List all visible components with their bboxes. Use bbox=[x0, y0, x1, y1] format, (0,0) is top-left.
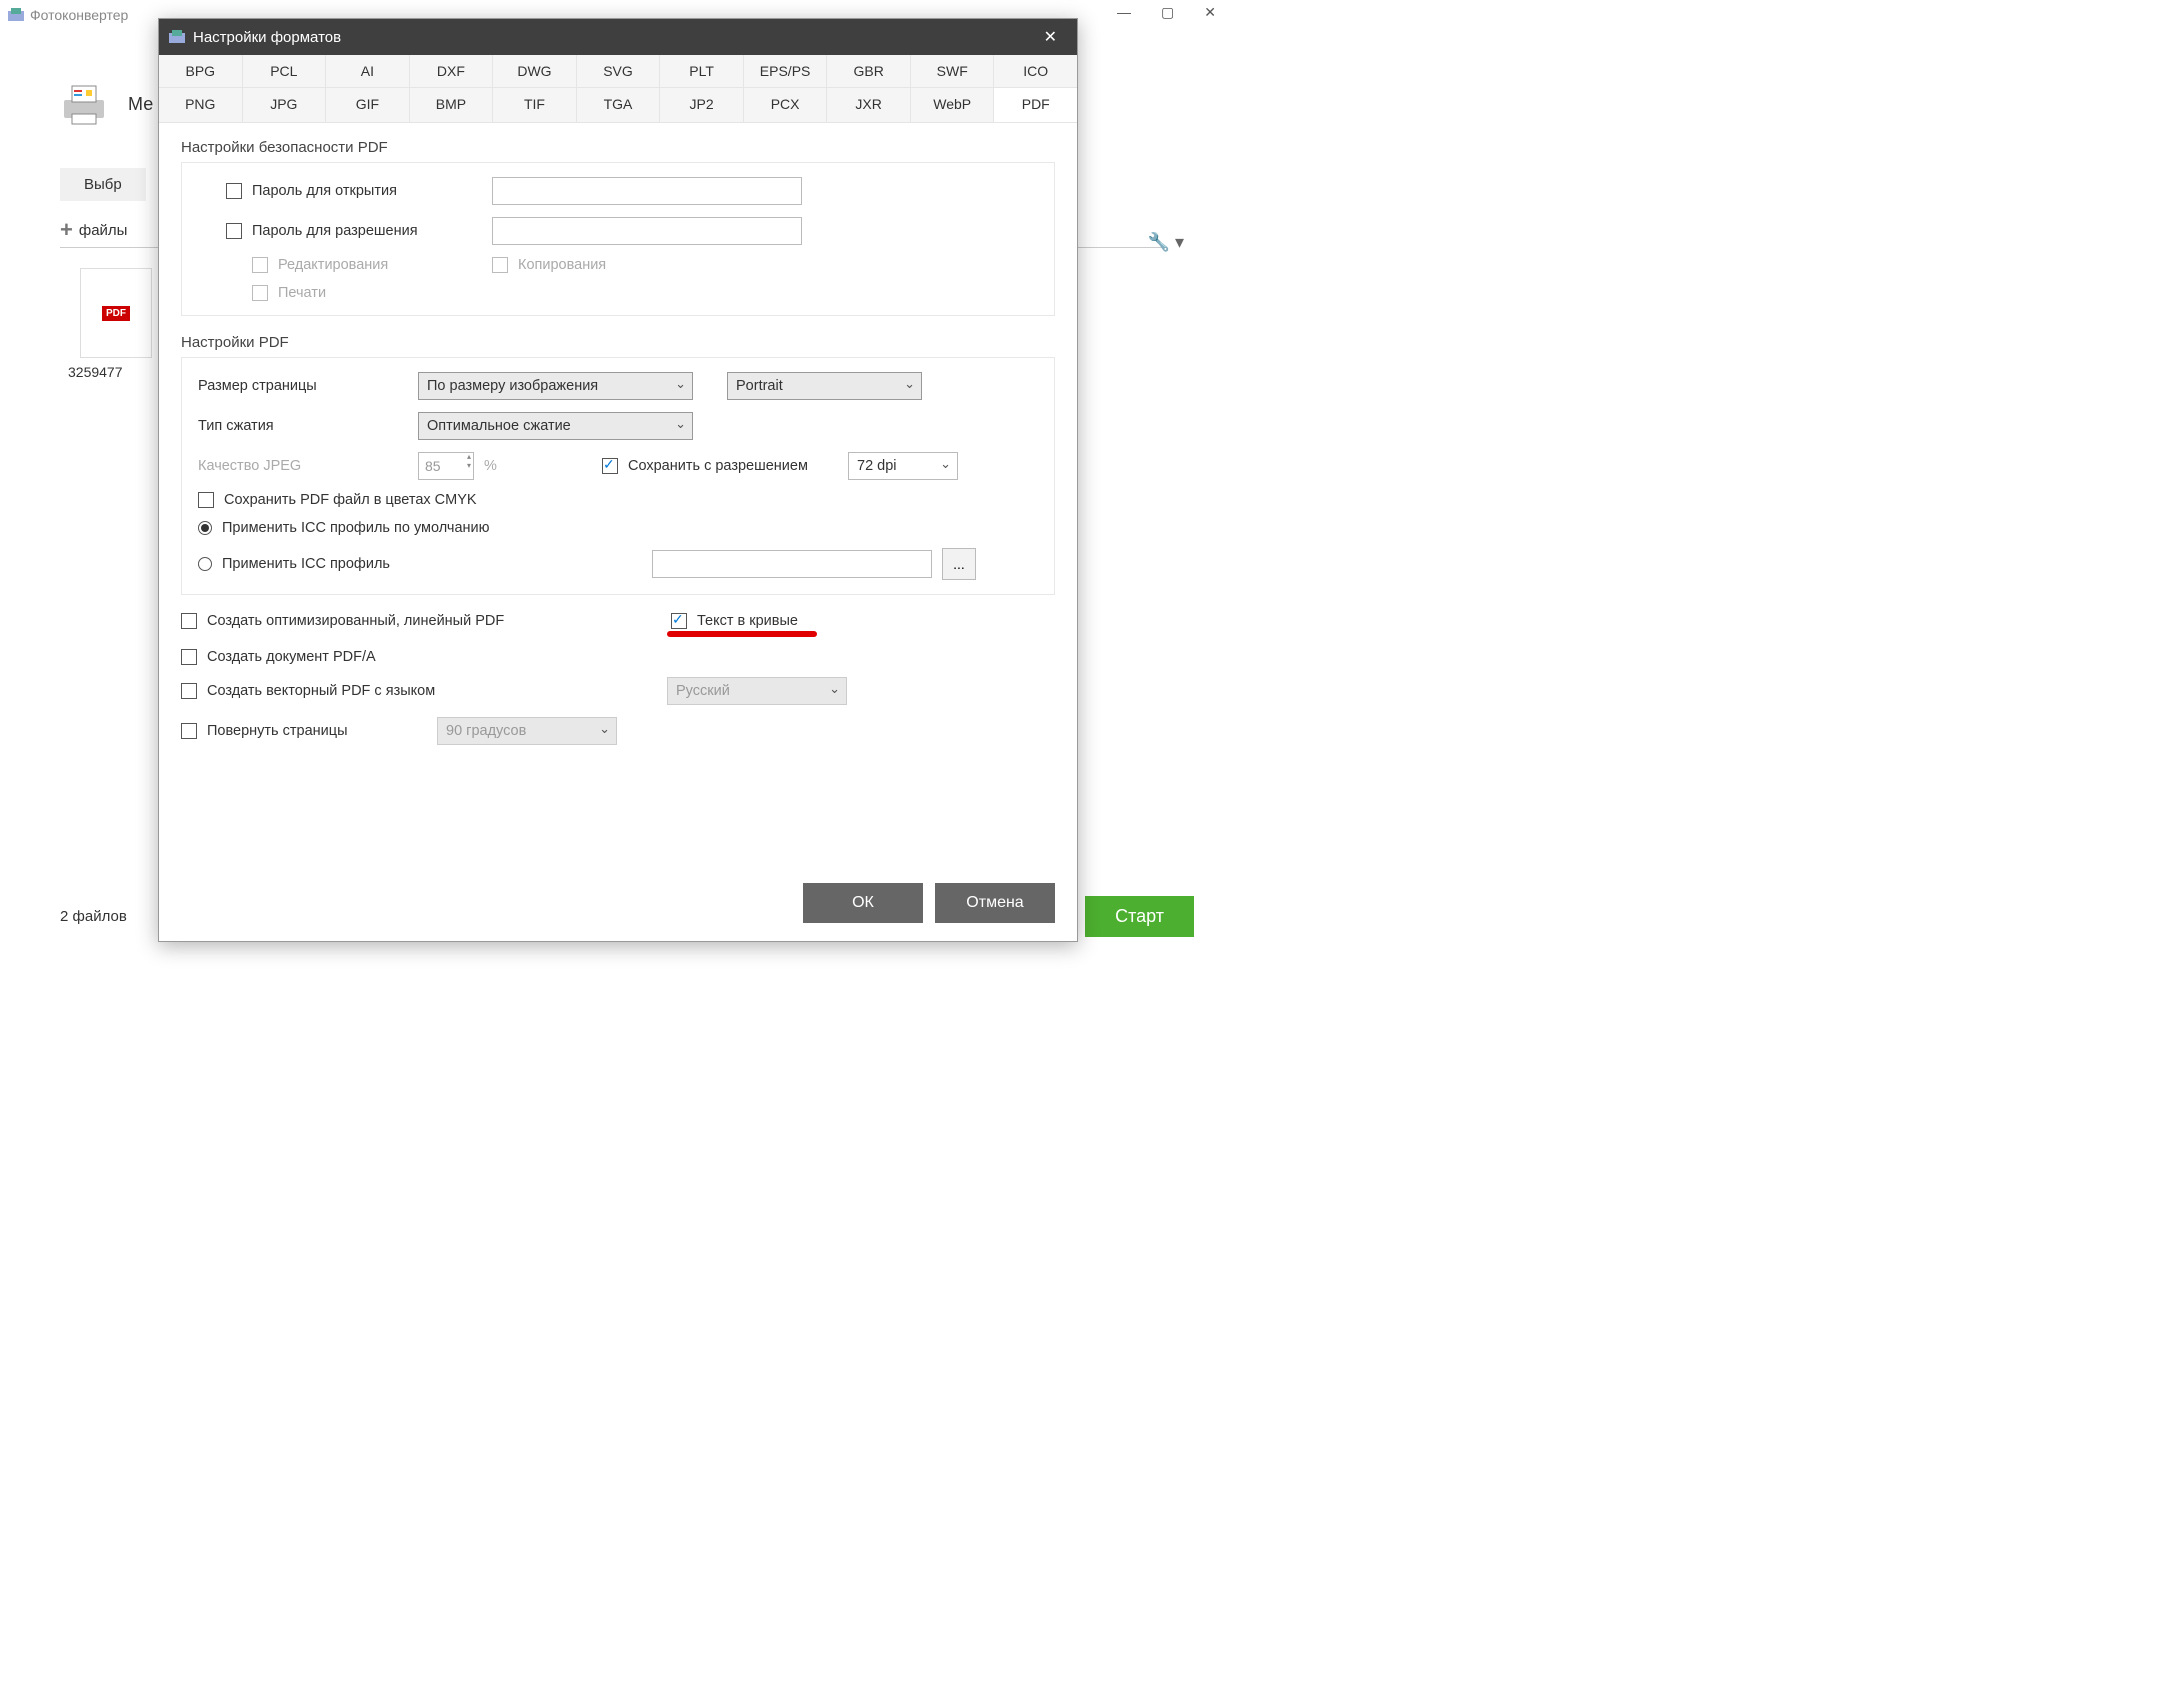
format-tab-bmp[interactable]: BMP bbox=[410, 88, 494, 122]
wrench-icon[interactable]: 🔧 ▾ bbox=[1148, 232, 1184, 253]
security-section: Пароль для открытия Пароль для разрешени… bbox=[181, 162, 1055, 316]
format-tab-tif[interactable]: TIF bbox=[493, 88, 577, 122]
jpeg-quality-spinner: 85 bbox=[418, 452, 474, 480]
format-tabs-row2: PNGJPGGIFBMPTIFTGAJP2PCXJXRWebPPDF bbox=[159, 88, 1077, 123]
cmyk-checkbox[interactable] bbox=[198, 492, 214, 508]
format-tab-ico[interactable]: ICO bbox=[994, 55, 1077, 87]
format-tab-jpg[interactable]: JPG bbox=[243, 88, 327, 122]
dialog-titlebar: Настройки форматов ✕ bbox=[159, 19, 1077, 55]
icc-path-input[interactable] bbox=[652, 550, 932, 578]
format-settings-dialog: Настройки форматов ✕ BPGPCLAIDXFDWGSVGPL… bbox=[158, 18, 1078, 942]
format-tab-pcl[interactable]: PCL bbox=[243, 55, 327, 87]
password-open-input[interactable] bbox=[492, 177, 802, 205]
orientation-select[interactable]: Portrait bbox=[727, 372, 922, 400]
format-tab-png[interactable]: PNG bbox=[159, 88, 243, 122]
highlight-annotation bbox=[667, 631, 817, 637]
format-tab-jxr[interactable]: JXR bbox=[827, 88, 911, 122]
pdf-section-title: Настройки PDF bbox=[181, 334, 1055, 351]
compression-label: Тип сжатия bbox=[198, 418, 408, 434]
cancel-button[interactable]: Отмена bbox=[935, 883, 1055, 923]
app-title: Фотоконвертер bbox=[30, 7, 128, 23]
format-tab-tga[interactable]: TGA bbox=[577, 88, 661, 122]
icc-default-radio[interactable] bbox=[198, 521, 212, 535]
password-permission-input[interactable] bbox=[492, 217, 802, 245]
icc-custom-radio[interactable] bbox=[198, 557, 212, 571]
plus-icon[interactable]: + bbox=[60, 217, 73, 243]
dialog-icon bbox=[169, 29, 185, 45]
format-tab-svg[interactable]: SVG bbox=[577, 55, 661, 87]
format-tabs-row1: BPGPCLAIDXFDWGSVGPLTEPS/PSGBRSWFICO bbox=[159, 55, 1077, 88]
format-tab-gbr[interactable]: GBR bbox=[827, 55, 911, 87]
rotate-pages-label: Повернуть страницы bbox=[207, 723, 427, 739]
add-files-label[interactable]: файлы bbox=[79, 222, 128, 239]
format-tab-swf[interactable]: SWF bbox=[911, 55, 995, 87]
text-to-curves-checkbox[interactable] bbox=[671, 613, 687, 629]
linear-pdf-checkbox[interactable] bbox=[181, 613, 197, 629]
extra-section: Создать оптимизированный, линейный PDF Т… bbox=[181, 613, 1055, 745]
format-tab-pdf[interactable]: PDF bbox=[994, 88, 1077, 122]
file-count: 2 файлов bbox=[60, 908, 127, 925]
page-size-label: Размер страницы bbox=[198, 378, 408, 394]
rotate-pages-checkbox[interactable] bbox=[181, 723, 197, 739]
vector-lang-label: Создать векторный PDF с языком bbox=[207, 683, 657, 699]
save-dpi-checkbox[interactable] bbox=[602, 458, 618, 474]
format-tab-ai[interactable]: AI bbox=[326, 55, 410, 87]
password-permission-label: Пароль для разрешения bbox=[252, 223, 482, 239]
printer-icon bbox=[60, 80, 108, 128]
allow-printing-label: Печати bbox=[278, 285, 326, 301]
pdfa-checkbox[interactable] bbox=[181, 649, 197, 665]
menu-label: Ме bbox=[128, 94, 153, 115]
pdfa-label: Создать документ PDF/A bbox=[207, 649, 376, 665]
format-tab-webp[interactable]: WebP bbox=[911, 88, 995, 122]
format-tab-gif[interactable]: GIF bbox=[326, 88, 410, 122]
icc-browse-button[interactable]: ... bbox=[942, 548, 976, 580]
minimize-icon[interactable]: — bbox=[1117, 4, 1131, 21]
format-tab-pcx[interactable]: PCX bbox=[744, 88, 828, 122]
format-tab-jp2[interactable]: JP2 bbox=[660, 88, 744, 122]
page-size-select[interactable]: По размеру изображения bbox=[418, 372, 693, 400]
vector-lang-checkbox[interactable] bbox=[181, 683, 197, 699]
main-system-buttons: — ▢ ✕ bbox=[1117, 4, 1216, 21]
allow-editing-checkbox bbox=[252, 257, 268, 273]
icc-default-label: Применить ICC профиль по умолчанию bbox=[222, 520, 490, 536]
allow-printing-checkbox bbox=[252, 285, 268, 301]
dialog-title: Настройки форматов bbox=[193, 29, 341, 46]
pdf-settings-content: Настройки безопасности PDF Пароль для от… bbox=[159, 123, 1077, 755]
vector-lang-select: Русский bbox=[667, 677, 847, 705]
format-tab-epsps[interactable]: EPS/PS bbox=[744, 55, 828, 87]
start-button[interactable]: Старт bbox=[1085, 896, 1194, 937]
password-open-label: Пароль для открытия bbox=[252, 183, 482, 199]
maximize-icon[interactable]: ▢ bbox=[1161, 4, 1174, 21]
format-tab-bpg[interactable]: BPG bbox=[159, 55, 243, 87]
allow-copying-checkbox bbox=[492, 257, 508, 273]
ok-button[interactable]: ОК bbox=[803, 883, 923, 923]
rotate-degrees-select: 90 градусов bbox=[437, 717, 617, 745]
text-to-curves-label: Текст в кривые bbox=[697, 613, 798, 629]
format-tab-plt[interactable]: PLT bbox=[660, 55, 744, 87]
dialog-body: BPGPCLAIDXFDWGSVGPLTEPS/PSGBRSWFICO PNGJ… bbox=[159, 55, 1077, 867]
password-permission-checkbox[interactable] bbox=[226, 223, 242, 239]
allow-editing-label: Редактирования bbox=[278, 257, 482, 273]
percent-label: % bbox=[484, 458, 512, 474]
select-files-tab[interactable]: Выбр bbox=[60, 168, 146, 201]
file-thumbnail[interactable]: PDF bbox=[80, 268, 152, 358]
format-tab-dxf[interactable]: DXF bbox=[410, 55, 494, 87]
save-dpi-label: Сохранить с разрешением bbox=[628, 458, 838, 474]
close-icon[interactable]: ✕ bbox=[1204, 4, 1216, 21]
security-section-title: Настройки безопасности PDF bbox=[181, 139, 1055, 156]
jpeg-quality-label: Качество JPEG bbox=[198, 458, 408, 474]
dialog-footer: ОК Отмена bbox=[159, 867, 1077, 941]
allow-copying-label: Копирования bbox=[518, 257, 606, 273]
cmyk-label: Сохранить PDF файл в цветах CMYK bbox=[224, 492, 477, 508]
compression-select[interactable]: Оптимальное сжатие bbox=[418, 412, 693, 440]
format-tab-dwg[interactable]: DWG bbox=[493, 55, 577, 87]
icc-custom-label: Применить ICC профиль bbox=[222, 556, 642, 572]
app-icon bbox=[8, 7, 24, 23]
pdf-section: Размер страницы По размеру изображения P… bbox=[181, 357, 1055, 595]
dialog-close-icon[interactable]: ✕ bbox=[1034, 23, 1067, 51]
linear-pdf-label: Создать оптимизированный, линейный PDF bbox=[207, 613, 504, 629]
pdf-badge: PDF bbox=[102, 306, 130, 321]
dpi-select[interactable]: 72 dpi bbox=[848, 452, 958, 480]
password-open-checkbox[interactable] bbox=[226, 183, 242, 199]
